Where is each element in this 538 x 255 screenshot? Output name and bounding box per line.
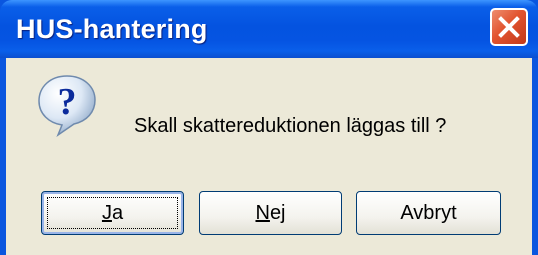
close-button[interactable] (490, 8, 528, 46)
dialog-window: HUS-hantering ? Skall skattereduktionen … (0, 0, 538, 255)
dialog-body: ? Skall skattereduktionen läggas till ? … (6, 58, 532, 255)
dialog-title: HUS-hantering (16, 14, 208, 44)
no-button[interactable]: Nej (199, 191, 342, 235)
yes-button[interactable]: Ja (41, 191, 184, 235)
no-button-label: Nej (255, 201, 286, 224)
question-icon: ? (38, 75, 96, 138)
svg-text:?: ? (58, 81, 77, 123)
dialog-message: Skall skattereduktionen läggas till ? (134, 115, 447, 137)
close-icon (498, 16, 520, 38)
cancel-button[interactable]: Avbryt (356, 191, 501, 235)
title-bar[interactable]: HUS-hantering (0, 0, 538, 58)
focus-rectangle (47, 197, 178, 229)
cancel-button-label: Avbryt (400, 201, 457, 224)
